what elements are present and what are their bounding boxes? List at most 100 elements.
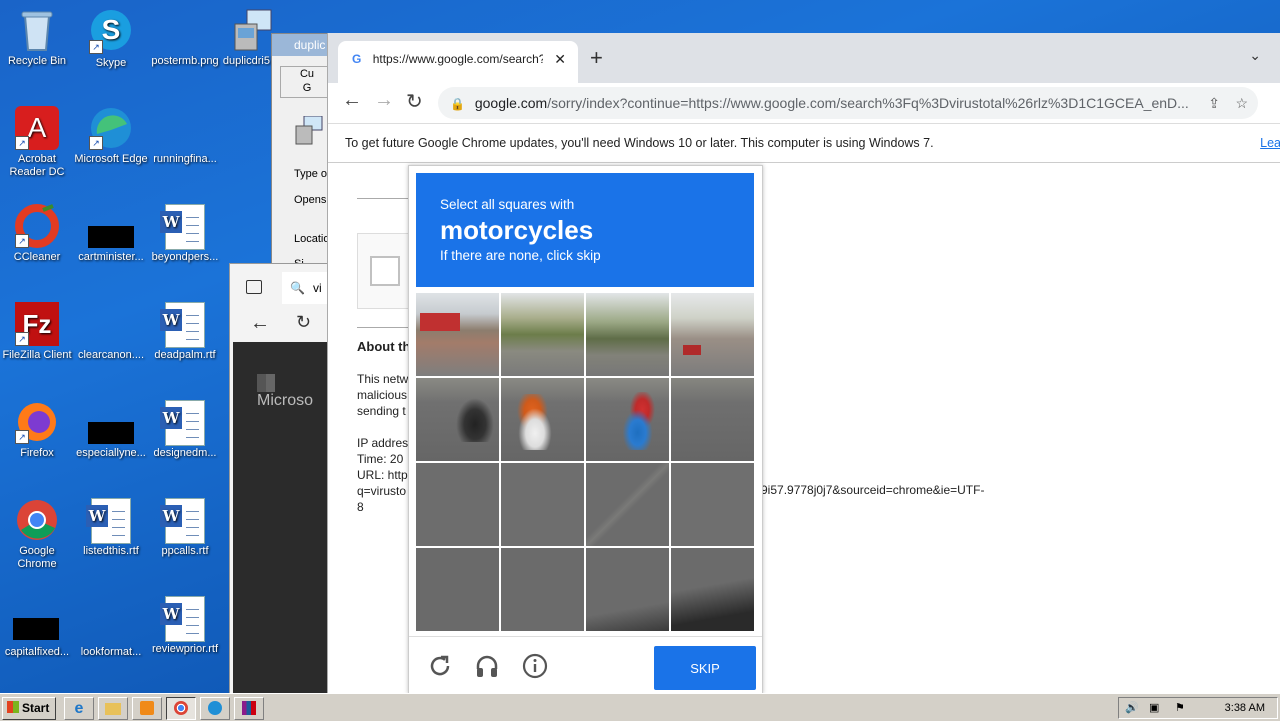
about-paragraph: This netw malicious sending t	[357, 371, 408, 419]
url-tail: 9i57.9778j0j7&sourceid=chrome&ie=UTF-	[761, 483, 985, 497]
desktop-icon-clearcanon[interactable]: clearcanon....	[74, 302, 148, 362]
reload-icon[interactable]	[427, 653, 453, 679]
chrome-icon	[15, 498, 59, 542]
desktop-icon-label: deadpalm.rtf	[154, 349, 216, 361]
clock[interactable]: 3:38 AM	[1225, 698, 1265, 718]
desktop-icon-runningfina[interactable]: runningfina...	[148, 106, 222, 166]
archiver-taskbar-button[interactable]	[234, 697, 264, 720]
grid-tile[interactable]	[586, 378, 669, 461]
active-tab[interactable]: G https://www.google.com/search?q= ✕	[338, 41, 578, 83]
back-icon[interactable]: ←	[342, 89, 362, 112]
desktop-icon-beyondpers[interactable]: W beyondpers...	[148, 204, 222, 264]
dialog-tab[interactable]: Cu G	[280, 66, 334, 98]
grid-tile[interactable]	[671, 548, 754, 631]
infobar-learn-more-link[interactable]: Lea	[1260, 124, 1280, 162]
desktop-icon-capitalfixed[interactable]: capitalfixed...	[0, 618, 74, 659]
paragraph-line: sending t	[357, 404, 406, 418]
edge-tab[interactable]: 🔍 vi	[282, 272, 330, 304]
desktop-icon-recycle-bin[interactable]: Recycle Bin	[0, 8, 74, 68]
grid-tile[interactable]	[501, 293, 584, 376]
url-domain: google.com	[474, 95, 548, 111]
url-path: /sorry/index?continue=https://www.google…	[547, 95, 1189, 111]
grid-tile[interactable]	[501, 463, 584, 546]
info-icon[interactable]	[522, 653, 548, 679]
chrome-taskbar-button[interactable]	[166, 697, 196, 720]
ccleaner-icon: ↗	[15, 204, 59, 248]
desktop-icon-cartminister[interactable]: cartminister...	[74, 204, 148, 264]
explorer-quicklaunch[interactable]	[98, 697, 128, 720]
forward-icon[interactable]: →	[374, 89, 394, 112]
word-document-icon: W	[160, 204, 207, 250]
grid-tile[interactable]	[416, 463, 499, 546]
grid-tile[interactable]	[586, 548, 669, 631]
ie-quicklaunch[interactable]: e	[64, 697, 94, 720]
desktop-icon-chrome[interactable]: Google Chrome	[0, 498, 74, 571]
desktop-icon-reviewprior[interactable]: W reviewprior.rtf	[148, 596, 222, 656]
volume-icon[interactable]: 🔊	[1125, 698, 1139, 718]
toolbar: ← → ↻ 🔒 google.com/sorry/index?continue=…	[328, 83, 1280, 123]
desktop-icon-filezilla[interactable]: Fz ↗ FileZilla Client	[0, 302, 74, 362]
share-icon[interactable]: ⇪	[1208, 87, 1220, 119]
recycle-bin-icon	[15, 8, 59, 52]
desktop-icon-acrobat[interactable]: A ↗ Acrobat Reader DC	[0, 106, 74, 179]
tab-strip: G https://www.google.com/search?q= ✕ + ⌄	[328, 33, 1280, 83]
desktop-icon-skype[interactable]: S ↗ Skype	[74, 8, 148, 70]
desktop-icon-label: postermb.png	[151, 55, 219, 67]
back-icon[interactable]: ←	[250, 312, 270, 335]
reload-icon[interactable]: ↻	[296, 312, 311, 333]
microsoft-logo-icon	[257, 374, 275, 392]
flag-icon[interactable]: ⚑	[1175, 698, 1185, 718]
media-quicklaunch[interactable]	[132, 697, 162, 720]
grid-tile[interactable]	[671, 293, 754, 376]
grid-tile[interactable]	[671, 378, 754, 461]
grid-tile[interactable]	[586, 293, 669, 376]
dialog-tab-label: Cu	[299, 68, 315, 80]
update-infobar: To get future Google Chrome updates, you…	[328, 123, 1280, 163]
network-icon[interactable]: ▣	[1149, 698, 1159, 718]
recaptcha-checkbox[interactable]	[370, 256, 400, 286]
desktop-icon-ppcalls[interactable]: W ppcalls.rtf	[148, 498, 222, 558]
location-label: Locatio	[294, 233, 330, 245]
word-document-icon: W	[86, 498, 133, 544]
start-label: Start	[22, 701, 50, 715]
desktop-icon-edge[interactable]: ↗ Microsoft Edge	[74, 106, 148, 166]
grid-tile[interactable]	[416, 378, 499, 461]
bookmark-star-icon[interactable]: ☆	[1235, 87, 1248, 119]
tab-search-chevron-down-icon[interactable]: ⌄	[1249, 47, 1261, 64]
headphones-icon[interactable]	[474, 653, 500, 679]
grid-tile[interactable]	[501, 548, 584, 631]
start-button[interactable]: Start	[2, 697, 56, 720]
paragraph-line: malicious	[357, 388, 408, 402]
desktop-icon-listedthis[interactable]: W listedthis.rtf	[74, 498, 148, 558]
desktop-icon-lookformat[interactable]: lookformat...	[74, 618, 148, 659]
reload-icon[interactable]: ↻	[406, 89, 423, 114]
desktop-icon-label: Google Chrome	[17, 545, 57, 570]
desktop-icon-label: cartminister...	[78, 251, 144, 263]
desktop-icon-deadpalm[interactable]: W deadpalm.rtf	[148, 302, 222, 362]
skip-button[interactable]: SKIP	[654, 646, 756, 690]
desktop-icon-especiallyne[interactable]: especiallyne...	[74, 400, 148, 460]
ip-address-line: IP addres	[357, 436, 409, 450]
paragraph-line: This netw	[357, 372, 409, 386]
grid-tile[interactable]	[586, 463, 669, 546]
grid-tile[interactable]	[501, 378, 584, 461]
word-document-icon: W	[160, 498, 207, 544]
chrome-icon	[174, 701, 188, 715]
grid-tile[interactable]	[416, 293, 499, 376]
new-tab-icon[interactable]: +	[590, 45, 603, 71]
desktop-icon-ccleaner[interactable]: ↗ CCleaner	[0, 204, 74, 264]
folder-icon	[105, 703, 121, 715]
address-bar[interactable]: 🔒 google.com/sorry/index?continue=https:…	[438, 87, 1258, 119]
desktop-icon-postermb[interactable]: postermb.png	[148, 8, 222, 68]
desktop-icon-label: listedthis.rtf	[83, 545, 139, 557]
grid-tile[interactable]	[671, 463, 754, 546]
desktop-icon-firefox[interactable]: ↗ Firefox	[0, 400, 74, 460]
tab-actions-icon[interactable]	[246, 280, 262, 294]
desktop-icon-label: Acrobat Reader DC	[9, 153, 65, 178]
grid-tile[interactable]	[416, 548, 499, 631]
edge-taskbar-button[interactable]	[200, 697, 230, 720]
desktop-icon-label: runningfina...	[153, 153, 217, 165]
close-icon[interactable]: ✕	[554, 41, 566, 77]
edge-icon	[208, 701, 222, 715]
desktop-icon-designedm[interactable]: W designedm...	[148, 400, 222, 460]
